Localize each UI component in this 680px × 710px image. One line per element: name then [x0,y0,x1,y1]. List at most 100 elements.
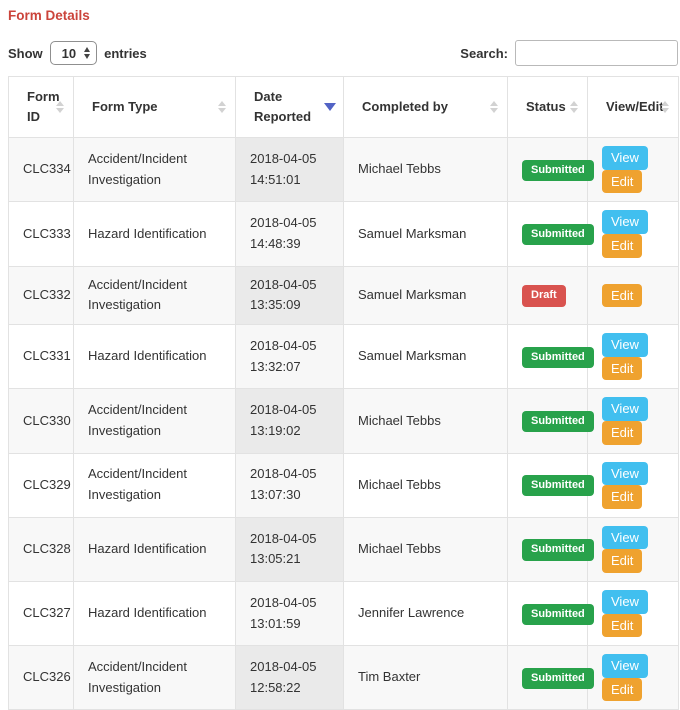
date-reported-cell: 2018-04-05 14:48:39 [236,202,344,266]
table-row: CLC329 Accident/Incident Investigation 2… [9,453,679,517]
view-button[interactable]: View [602,526,648,550]
table-row: CLC332 Accident/Incident Investigation 2… [9,266,679,325]
form-id-cell: CLC332 [9,266,74,325]
form-details-table: Form ID Form Type Date Reported Complete… [8,76,679,710]
form-type-cell: Hazard Identification [74,202,236,266]
status-badge: Submitted [522,411,594,432]
date-reported-cell: 2018-04-05 13:32:07 [236,325,344,389]
column-header-form-id[interactable]: Form ID [9,77,74,138]
status-badge: Submitted [522,160,594,181]
column-header-date-reported[interactable]: Date Reported [236,77,344,138]
form-details-page: Form Details Show 10 entries Search: F [0,0,680,710]
table-row: CLC334 Accident/Incident Investigation 2… [9,138,679,202]
date-reported-cell: 2018-04-05 14:51:01 [236,138,344,202]
column-header-label: Form ID [27,89,60,124]
table-row: CLC328 Hazard Identification 2018-04-05 … [9,517,679,581]
completed-by-cell: Michael Tebbs [344,138,508,202]
edit-button[interactable]: Edit [602,234,642,258]
status-badge: Submitted [522,224,594,245]
column-header-label: View/Edit [606,99,664,114]
date-reported-cell: 2018-04-05 12:58:22 [236,646,344,710]
entries-select[interactable]: 10 [50,41,97,65]
table-row: CLC327 Hazard Identification 2018-04-05 … [9,582,679,646]
actions-cell: ViewEdit [588,389,679,453]
date-reported-cell: 2018-04-05 13:01:59 [236,582,344,646]
form-id-cell: CLC333 [9,202,74,266]
actions-cell: ViewEdit [588,646,679,710]
completed-by-cell: Michael Tebbs [344,517,508,581]
edit-button[interactable]: Edit [602,485,642,509]
view-button[interactable]: View [602,333,648,357]
edit-button[interactable]: Edit [602,614,642,638]
form-type-cell: Accident/Incident Investigation [74,389,236,453]
form-id-cell: CLC327 [9,582,74,646]
table-row: CLC326 Accident/Incident Investigation 2… [9,646,679,710]
status-cell: Submitted [508,453,588,517]
completed-by-cell: Samuel Marksman [344,202,508,266]
edit-button[interactable]: Edit [602,170,642,194]
status-cell: Submitted [508,325,588,389]
search-input[interactable] [515,40,678,66]
form-id-cell: CLC326 [9,646,74,710]
edit-button[interactable]: Edit [602,284,642,308]
column-header-form-type[interactable]: Form Type [74,77,236,138]
table-header-row: Form ID Form Type Date Reported Complete… [9,77,679,138]
form-id-cell: CLC334 [9,138,74,202]
view-button[interactable]: View [602,654,648,678]
form-id-cell: CLC331 [9,325,74,389]
sort-desc-icon [324,103,336,111]
form-id-cell: CLC328 [9,517,74,581]
completed-by-cell: Samuel Marksman [344,266,508,325]
sort-both-icon [570,101,578,113]
sort-both-icon [56,101,64,113]
view-button[interactable]: View [602,590,648,614]
actions-cell: Edit [588,266,679,325]
sort-both-icon [661,101,669,113]
column-header-label: Form Type [92,99,158,114]
column-header-label: Status [526,99,566,114]
status-badge: Submitted [522,347,594,368]
form-id-cell: CLC329 [9,453,74,517]
status-badge: Submitted [522,475,594,496]
table-row: CLC331 Hazard Identification 2018-04-05 … [9,325,679,389]
actions-cell: ViewEdit [588,582,679,646]
column-header-label: Completed by [362,99,448,114]
form-type-cell: Accident/Incident Investigation [74,266,236,325]
edit-button[interactable]: Edit [602,421,642,445]
status-badge: Submitted [522,604,594,625]
column-header-status[interactable]: Status [508,77,588,138]
view-button[interactable]: View [602,146,648,170]
date-reported-cell: 2018-04-05 13:07:30 [236,453,344,517]
form-type-cell: Hazard Identification [74,325,236,389]
status-badge: Draft [522,285,566,306]
page-title: Form Details [8,8,678,23]
form-type-cell: Hazard Identification [74,582,236,646]
entries-label: entries [104,46,147,61]
completed-by-cell: Tim Baxter [344,646,508,710]
status-cell: Submitted [508,202,588,266]
form-id-cell: CLC330 [9,389,74,453]
status-cell: Submitted [508,389,588,453]
table-row: CLC333 Hazard Identification 2018-04-05 … [9,202,679,266]
actions-cell: ViewEdit [588,325,679,389]
view-button[interactable]: View [602,462,648,486]
actions-cell: ViewEdit [588,138,679,202]
completed-by-cell: Michael Tebbs [344,453,508,517]
show-label: Show [8,46,43,61]
select-stepper-icon [84,47,90,59]
sort-both-icon [490,101,498,113]
table-row: CLC330 Accident/Incident Investigation 2… [9,389,679,453]
status-cell: Submitted [508,138,588,202]
edit-button[interactable]: Edit [602,678,642,702]
view-button[interactable]: View [602,210,648,234]
column-header-completed-by[interactable]: Completed by [344,77,508,138]
edit-button[interactable]: Edit [602,549,642,573]
status-cell: Submitted [508,517,588,581]
date-reported-cell: 2018-04-05 13:35:09 [236,266,344,325]
form-type-cell: Hazard Identification [74,517,236,581]
completed-by-cell: Michael Tebbs [344,389,508,453]
column-header-view-edit[interactable]: View/Edit [588,77,679,138]
view-button[interactable]: View [602,397,648,421]
edit-button[interactable]: Edit [602,357,642,381]
form-type-cell: Accident/Incident Investigation [74,138,236,202]
